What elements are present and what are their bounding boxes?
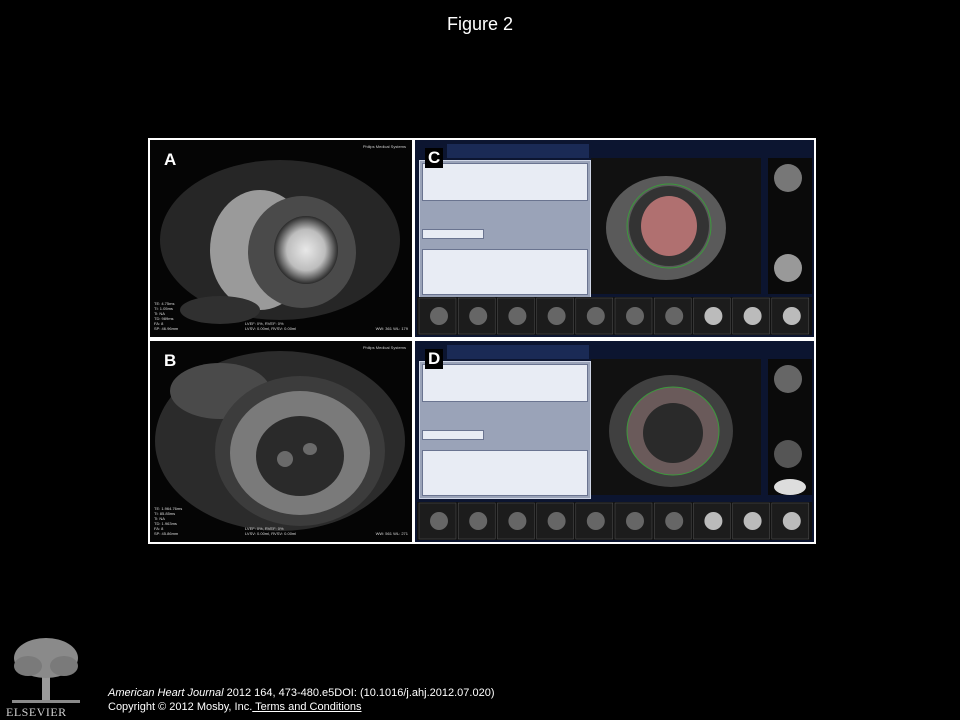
panel-label-a: A	[164, 150, 177, 169]
panel-label-c: C	[425, 148, 444, 168]
results-box	[422, 249, 588, 295]
slice-heart-shape	[586, 512, 605, 530]
threshold-field	[422, 229, 484, 239]
slice-heart-shape	[704, 512, 723, 530]
slice-heart-shape	[665, 512, 684, 530]
thumbnail-column	[768, 158, 812, 294]
scan-params: TE: 4.75ms TI: 1.05ms Ti: NA TD: 989ms F…	[154, 301, 179, 331]
elsevier-tree-icon	[12, 638, 80, 703]
panel-c-software-screenshot: C	[415, 140, 814, 337]
slice-heart-shape	[743, 307, 762, 325]
slice-thumbnail-strip	[417, 297, 812, 335]
vendor-text: Philips Medical Systems	[362, 144, 406, 149]
software-toolbar	[447, 144, 589, 158]
lv-function-readout: LVEF: 0%, RVEF: 0% LVSV: 0.00ml, RVSV: 0…	[245, 321, 297, 331]
slice-heart-shape	[743, 512, 762, 530]
slice-heart-shape	[430, 307, 448, 325]
window-level-readout: WW: 561 WL: 271	[375, 531, 408, 536]
cardiac-mri-image	[155, 351, 405, 531]
slice-heart-shape	[508, 307, 527, 325]
slice-heart-shape	[547, 307, 566, 325]
panel-d-software-screenshot: D	[415, 341, 814, 542]
slice-heart-shape	[782, 512, 801, 530]
thumbnail-column	[768, 359, 812, 495]
slice-heart-shape	[430, 512, 448, 530]
slide-title: Figure 2	[446, 14, 514, 34]
results-box	[422, 450, 588, 496]
figure-2-composite: A Philips Medical Systems TE: 4.75ms TI:…	[148, 138, 816, 544]
cardiac-mri-image	[591, 158, 761, 294]
lv-function-readout: LVEF: 0%, RVEF: 0% LVSV: 0.00ml, RVSV: 0…	[245, 526, 297, 536]
copyright-text: Copyright © 2012 Mosby, Inc.	[108, 701, 253, 713]
slice-heart-shape	[586, 307, 605, 325]
instructions-box	[422, 364, 588, 402]
slice-heart-shape	[547, 512, 566, 530]
slice-heart-shape	[469, 512, 488, 530]
cardiac-mri-image	[591, 359, 761, 495]
slice-thumbnail-strip	[417, 502, 812, 540]
analysis-dialog	[419, 160, 591, 298]
slice-heart-shape	[508, 512, 527, 530]
instructions-box	[422, 163, 588, 201]
slice-heart-shape	[665, 307, 684, 325]
slice-heart-shape	[626, 307, 644, 325]
panel-b-lge-mri: B Philips Medical Systems TE: 1.964.76ms…	[150, 341, 412, 542]
elsevier-logo-text: ELSEVIER	[6, 705, 67, 719]
slice-heart-shape	[469, 307, 488, 325]
slice-heart-shape	[782, 307, 801, 325]
citation: American Heart Journal 2012 164, 473-480…	[108, 686, 495, 714]
slice-heart-shape	[626, 512, 644, 530]
panel-label-d: D	[425, 349, 444, 369]
scan-params: TE: 1.964.76ms TI: 85.85ms Ti: NA TD: 1.…	[154, 506, 183, 536]
vendor-text: Philips Medical Systems	[362, 345, 406, 350]
cardiac-mri-image	[160, 160, 400, 324]
slice-heart-shape	[704, 307, 723, 325]
software-toolbar	[447, 345, 589, 359]
terms-link[interactable]: Terms and Conditions	[252, 701, 361, 713]
panel-label-b: B	[164, 351, 177, 370]
analysis-dialog	[419, 361, 591, 499]
citation-details: 2012 164, 473-480.e5DOI: (10.1016/j.ahj.…	[223, 687, 495, 699]
panel-a-cine-mri: A Philips Medical Systems TE: 4.75ms TI:…	[150, 140, 412, 337]
window-level-readout: WW: 361 WL: 179	[375, 326, 408, 331]
threshold-field	[422, 430, 484, 440]
journal-name: American Heart Journal	[108, 687, 224, 699]
